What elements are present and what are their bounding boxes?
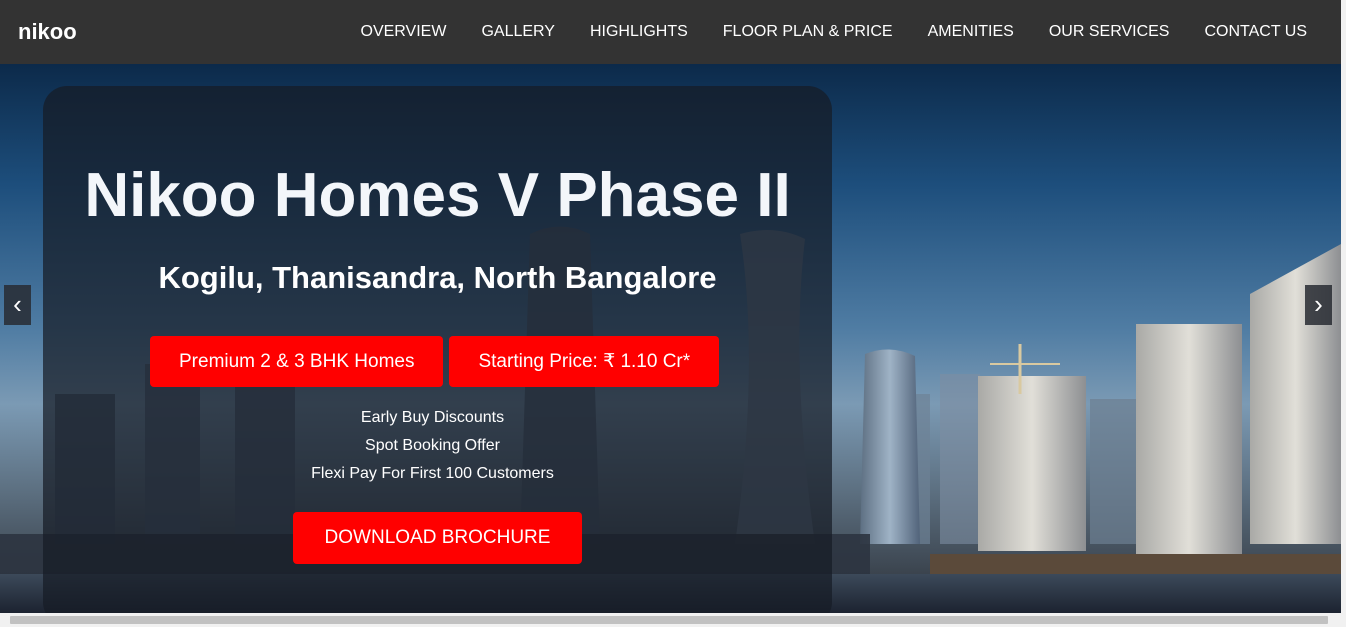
download-brochure-button[interactable]: DOWNLOAD BROCHURE	[293, 512, 582, 564]
hero-subtitle: Kogilu, Thanisandra, North Bangalore	[158, 260, 717, 295]
nav-link-overview[interactable]: OVERVIEW	[361, 23, 447, 41]
horizontal-scrollbar-thumb[interactable]	[10, 616, 1328, 624]
nav-link-our-services[interactable]: OUR SERVICES	[1049, 23, 1170, 41]
offer-item: Early Buy Discounts	[360, 409, 505, 426]
page: nikoo OVERVIEW GALLERY HIGHLIGHTS FLOOR …	[0, 0, 1346, 627]
hero-carousel: Nikoo Homes V Phase II Kogilu, Thanisand…	[0, 64, 1341, 613]
offer-item: Spot Booking Offer	[365, 437, 500, 454]
nav-link-highlights[interactable]: HIGHLIGHTS	[590, 23, 688, 41]
top-navbar: nikoo OVERVIEW GALLERY HIGHLIGHTS FLOOR …	[0, 0, 1341, 64]
carousel-prev-arrow-icon[interactable]: ‹	[4, 285, 31, 325]
nav-link-gallery[interactable]: GALLERY	[481, 23, 555, 41]
badge-bhk-homes: Premium 2 & 3 BHK Homes	[150, 336, 444, 387]
offer-item: Flexi Pay For First 100 Customers	[311, 465, 554, 482]
nav-link-contact-us[interactable]: CONTACT US	[1204, 23, 1307, 41]
carousel-next-arrow-icon[interactable]: ›	[1305, 285, 1332, 325]
nav-links: OVERVIEW GALLERY HIGHLIGHTS FLOOR PLAN &…	[326, 23, 1308, 41]
vertical-scrollbar[interactable]	[1341, 0, 1346, 613]
offers-list: Early Buy Discounts Spot Booking Offer F…	[43, 404, 822, 488]
nav-link-amenities[interactable]: AMENITIES	[928, 23, 1014, 41]
hero-title: Nikoo Homes V Phase II	[84, 161, 791, 230]
badge-starting-price: Starting Price: ₹ 1.10 Cr*	[449, 336, 720, 387]
brand-logo[interactable]: nikoo	[18, 19, 77, 45]
hero-highlight-badges: Premium 2 & 3 BHK Homes Starting Price: …	[150, 336, 725, 387]
horizontal-scrollbar[interactable]	[0, 613, 1346, 627]
nav-link-floor-plan-price[interactable]: FLOOR PLAN & PRICE	[723, 23, 893, 41]
